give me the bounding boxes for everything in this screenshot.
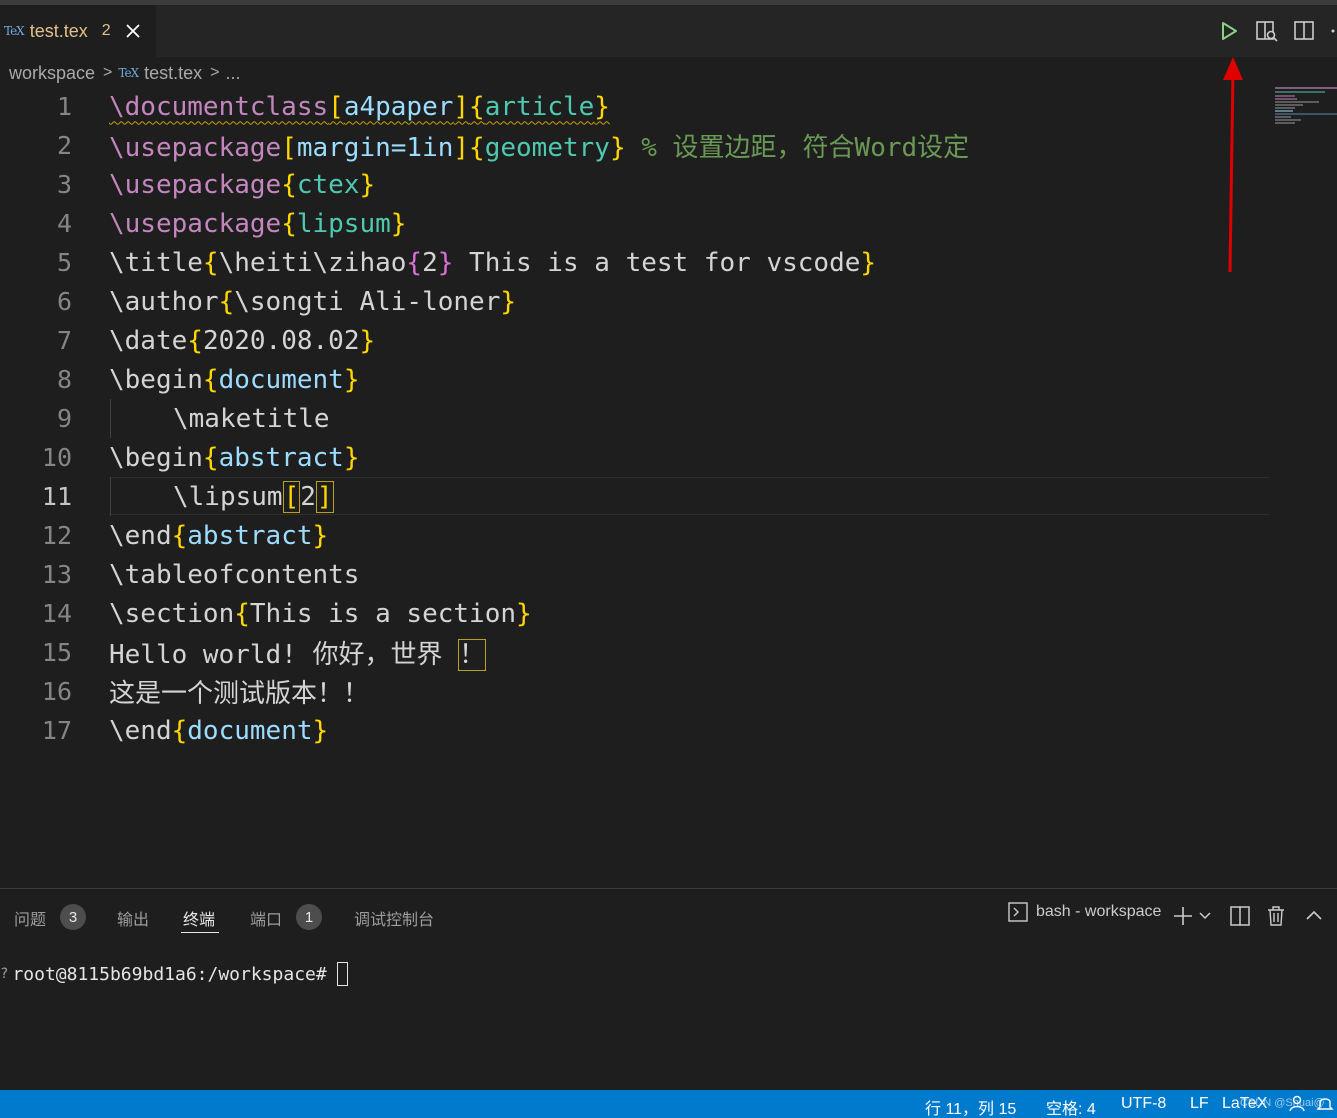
breadcrumb-more[interactable]: ... [225,63,240,84]
highlighted-char: ！ [458,639,487,671]
line-number: 1 [56,92,72,121]
bottom-panel: 问题 3 输出 终端 端口 1 调试控制台 bash - workspace ?… [0,888,1337,1090]
line-number: 11 [41,482,72,511]
end-of-line[interactable]: LF [1190,1095,1209,1113]
terminal-name: bash - workspace [1036,903,1162,920]
code-line: 8 \begin{document} [0,360,1270,399]
code-line: 17 \end{document} [0,711,1270,750]
chevron-down-icon[interactable] [1198,905,1212,927]
split-editor-icon[interactable] [1292,19,1316,43]
problems-badge: 3 [60,904,86,930]
line-number: 3 [56,170,72,199]
code-editor[interactable]: 1 \documentclass[a4paper]{article} 2 \us… [0,87,1270,877]
code-line: 16 这是一个测试版本！！ [0,672,1270,711]
trash-icon[interactable] [1265,905,1287,927]
notifications-icon[interactable] [1316,1094,1334,1117]
code-line: 6 \author{\songti Ali-loner} [0,282,1270,321]
code-line-active: 11 \lipsum[2] [0,477,1270,516]
code-line: 5 \title{\heiti\zihao{2} This is a test … [0,243,1270,282]
ports-badge: 1 [296,904,322,930]
prompt-marker-icon: ? [0,966,9,982]
encoding[interactable]: UTF-8 [1121,1095,1166,1113]
breadcrumb: workspace > TeX test.tex > ... [0,57,1337,89]
tex-file-icon: TeX [118,66,139,80]
tab-test-tex[interactable]: TeX test.tex 2 [0,5,156,57]
code-line: 13 \tableofcontents [0,555,1270,594]
line-number: 13 [41,560,72,589]
code-line: 10 \begin{abstract} [0,438,1270,477]
active-tab-underline [181,932,219,933]
line-number: 2 [56,131,72,160]
cursor-position[interactable]: 行 11，列 15 [925,1095,1016,1118]
code-line: 9 \maketitle [0,399,1270,438]
line-number: 14 [41,599,72,628]
panel-tab-bar: 问题 3 输出 终端 端口 1 调试控制台 bash - workspace [0,889,1337,941]
editor-tab-bar: TeX test.tex 2 [0,5,1337,57]
tab-ports[interactable]: 端口 [250,906,282,930]
code-line: 1 \documentclass[a4paper]{article} [0,87,1270,126]
terminal-output[interactable]: ? root@8115b69bd1a6:/workspace# [0,962,348,986]
breadcrumb-file[interactable]: test.tex [144,63,202,84]
tab-debug-console[interactable]: 调试控制台 [354,906,434,930]
tex-file-icon: TeX [4,24,25,38]
tab-problem-count: 2 [101,22,111,39]
run-icon[interactable] [1217,19,1241,43]
more-actions-icon[interactable] [1327,19,1337,43]
breadcrumb-root[interactable]: workspace [9,63,95,84]
line-number: 10 [41,443,72,472]
status-bar: 行 11，列 15 空格: 4 UTF-8 LF LaTeX CSDN @Shu… [0,1090,1337,1118]
line-number: 5 [56,248,72,277]
line-number: 15 [41,638,72,667]
add-terminal-icon[interactable] [1172,905,1194,927]
indentation[interactable]: 空格: 4 [1046,1095,1096,1118]
terminal-selector[interactable]: bash - workspace [1008,902,1161,922]
close-icon[interactable] [125,23,141,39]
terminal-icon [1008,902,1028,922]
line-number: 4 [56,209,72,238]
tab-output[interactable]: 输出 [117,906,149,930]
split-terminal-icon[interactable] [1229,905,1251,927]
tab-filename: test.tex [29,20,88,41]
code-line: 2 \usepackage[margin=1in]{geometry} % 设置… [0,126,1270,165]
line-number: 8 [56,365,72,394]
chevron-right-icon: > [210,64,220,81]
chevron-right-icon: > [103,64,113,81]
watermark: CSDN @Shuai@ [1240,1097,1325,1109]
line-number: 9 [56,404,72,433]
terminal-cursor [336,962,348,986]
line-number: 16 [41,677,72,706]
tab-terminal[interactable]: 终端 [183,906,215,930]
terminal-prompt: root@8115b69bd1a6:/workspace# [12,963,327,985]
chevron-up-icon[interactable] [1303,905,1325,927]
line-number: 7 [56,326,72,355]
tab-problems[interactable]: 问题 [14,906,46,930]
line-number: 12 [41,521,72,550]
line-number: 6 [56,287,72,316]
preview-icon[interactable] [1255,19,1279,43]
code-line: 3 \usepackage{ctex} [0,165,1270,204]
code-line: 12 \end{abstract} [0,516,1270,555]
accounts-icon[interactable] [1288,1094,1306,1117]
code-line: 14 \section{This is a section} [0,594,1270,633]
code-line: 15 Hello world! 你好，世界 ！ [0,633,1270,672]
annotation-arrow [1218,52,1248,277]
code-line: 7 \date{2020.08.02} [0,321,1270,360]
line-number: 17 [41,716,72,745]
code-line: 4 \usepackage{lipsum} [0,204,1270,243]
minimap[interactable] [1275,87,1337,127]
